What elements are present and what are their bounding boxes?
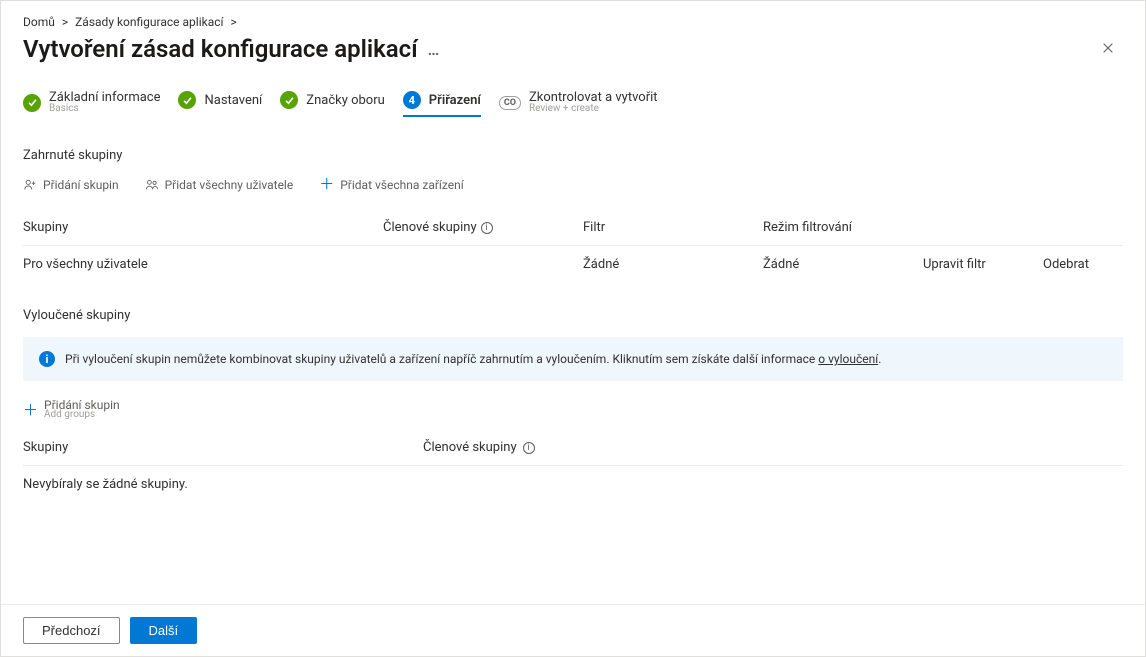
cell-group-name: Pro všechny uživatele <box>23 257 383 272</box>
edit-filter-link[interactable]: Upravit filtr <box>923 257 1043 272</box>
col-members-label: Členové skupiny <box>383 220 477 235</box>
add-all-users-button[interactable]: Přidat všechny uživatele <box>145 178 294 192</box>
users-icon <box>145 178 159 192</box>
plus-icon: ＋ <box>319 177 334 192</box>
add-groups-label: Přidání skupin <box>43 178 119 192</box>
excluded-add-groups-sub: Add groups <box>44 409 120 420</box>
exclusion-info-link[interactable]: o vyloučení <box>818 352 878 366</box>
excluded-groups-table: Skupiny Členové skupiny i Nevybíraly se … <box>23 430 1123 502</box>
step-review-sub: Review + create <box>529 103 658 114</box>
step-basics-sub: Basics <box>49 103 160 114</box>
step-settings-label: Nastavení <box>204 93 262 108</box>
exclusion-info-msg: Při vyloučení skupin nemůžete kombinovat… <box>65 352 818 366</box>
col-filter-mode[interactable]: Režim filtrování <box>763 220 923 235</box>
ex-col-groups[interactable]: Skupiny <box>23 440 423 455</box>
step-review-create[interactable]: CO Zkontrolovat a vytvořit Review + crea… <box>499 91 658 120</box>
step-settings[interactable]: Nastavení <box>178 91 262 115</box>
info-icon: i <box>39 351 55 367</box>
step-assignments-label: Přiřazení <box>429 93 481 108</box>
info-icon[interactable]: i <box>481 222 493 234</box>
exclusion-info-banner: i Při vyloučení skupin nemůžete kombinov… <box>23 337 1123 381</box>
info-icon[interactable]: i <box>523 442 535 454</box>
remove-link[interactable]: Odebrat <box>1043 257 1123 272</box>
col-members[interactable]: Členové skupiny i <box>383 220 583 235</box>
step-future-icon: CO <box>499 96 521 110</box>
excluded-empty-text: Nevybíraly se žádné skupiny. <box>23 477 423 492</box>
plus-icon: ＋ <box>23 399 38 420</box>
next-button[interactable]: Další <box>130 617 198 644</box>
step-number-icon: 4 <box>403 91 421 109</box>
previous-button[interactable]: Předchozí <box>23 617 120 644</box>
add-all-devices-label: Přidat všechna zařízení <box>340 178 463 192</box>
add-groups-button[interactable]: Přidání skupin <box>23 178 119 192</box>
included-groups-table: Skupiny Členové skupiny i Filtr Režim fi… <box>23 210 1123 282</box>
page-title-text: Vytvoření zásad konfigurace aplikací <box>23 35 418 63</box>
col-groups[interactable]: Skupiny <box>23 220 383 235</box>
breadcrumb-policies[interactable]: Zásady konfigurace aplikací <box>75 15 223 29</box>
step-assignments[interactable]: 4 Přiřazení <box>403 91 481 117</box>
check-icon <box>23 94 41 112</box>
ex-col-members[interactable]: Členové skupiny i <box>423 440 683 455</box>
breadcrumb-home[interactable]: Domů <box>23 15 55 29</box>
wizard-footer: Předchozí Další <box>1 604 1145 656</box>
excluded-add-groups-button[interactable]: ＋ Přidání skupin Add groups <box>23 399 1123 420</box>
breadcrumb-sep: > <box>62 15 68 29</box>
wizard-stepper: Základní informace Basics Nastavení Znač… <box>23 91 1123 120</box>
close-icon[interactable] <box>1093 36 1123 63</box>
more-icon[interactable]: … <box>428 40 441 59</box>
included-groups-heading: Zahrnuté skupiny <box>23 148 1123 163</box>
check-icon <box>280 91 298 109</box>
included-toolbar: Přidání skupin Přidat všechny uživatele … <box>23 177 1123 192</box>
excluded-groups-heading: Vyloučené skupiny <box>23 308 1123 323</box>
user-add-icon <box>23 178 37 192</box>
step-basics[interactable]: Základní informace Basics <box>23 91 160 120</box>
page-title: Vytvoření zásad konfigurace aplikací … <box>23 35 440 63</box>
exclusion-info-text: Při vyloučení skupin nemůžete kombinovat… <box>65 352 881 366</box>
step-scope-tags[interactable]: Značky oboru <box>280 91 385 115</box>
add-all-devices-button[interactable]: ＋ Přidat všechna zařízení <box>319 177 464 192</box>
table-row: Pro všechny uživatele Žádné Žádné Upravi… <box>23 246 1123 282</box>
breadcrumb: Domů > Zásady konfigurace aplikací > <box>23 15 1123 29</box>
col-filter[interactable]: Filtr <box>583 220 763 235</box>
breadcrumb-sep2: > <box>230 15 236 29</box>
add-all-users-label: Přidat všechny uživatele <box>165 178 294 192</box>
ex-col-members-label: Členové skupiny <box>423 440 517 455</box>
check-icon <box>178 91 196 109</box>
cell-filter-mode: Žádné <box>763 257 923 272</box>
cell-filter: Žádné <box>583 257 763 272</box>
step-scope-tags-label: Značky oboru <box>306 93 385 108</box>
